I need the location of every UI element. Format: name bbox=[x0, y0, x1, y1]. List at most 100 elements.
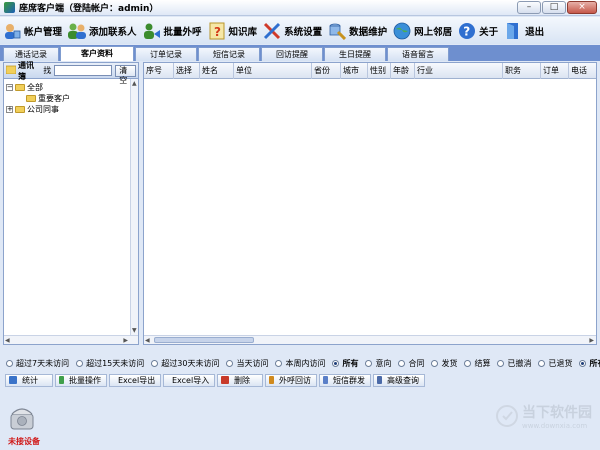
toolbar-about-button[interactable]: ? 关于 bbox=[457, 19, 498, 43]
radio-icon[interactable] bbox=[332, 360, 340, 367]
button-label: Excel导出 bbox=[118, 375, 156, 385]
column-header[interactable]: 电话 bbox=[569, 63, 596, 79]
scroll-right-icon[interactable]: ▶ bbox=[589, 337, 594, 344]
statistics-button[interactable]: 统计 bbox=[5, 373, 53, 387]
filter-shipped[interactable]: 发货 bbox=[431, 358, 457, 369]
scroll-down-icon[interactable]: ▼ bbox=[132, 327, 137, 334]
radio-icon[interactable] bbox=[431, 360, 439, 367]
excel-export-button[interactable]: Excel导出 bbox=[109, 373, 161, 387]
column-header[interactable]: 省份 bbox=[312, 63, 341, 79]
filter-over-30-days[interactable]: 超过30天未访问 bbox=[151, 358, 219, 369]
radio-icon[interactable] bbox=[538, 360, 546, 367]
scroll-left-icon[interactable]: ◀ bbox=[5, 337, 10, 344]
column-header[interactable]: 年龄 bbox=[391, 63, 415, 79]
radio-icon[interactable] bbox=[579, 360, 587, 367]
watermark-text: 当下软件园 bbox=[522, 405, 592, 421]
scroll-up-icon[interactable]: ▲ bbox=[132, 80, 137, 87]
filter-returned[interactable]: 已退货 bbox=[538, 358, 572, 369]
toolbar-exit-button[interactable]: 退出 bbox=[503, 19, 544, 43]
column-header[interactable]: 城市 bbox=[341, 63, 368, 79]
toolbar-label: 帐户管理 bbox=[24, 26, 63, 38]
column-header[interactable]: 姓名 bbox=[200, 63, 234, 79]
bulk-sms-button[interactable]: 短信群发 bbox=[319, 373, 371, 387]
advanced-search-button[interactable]: 高级查询 bbox=[373, 373, 425, 387]
column-header[interactable]: 行业 bbox=[415, 63, 503, 79]
tree-node-colleagues[interactable]: + 公司同事 bbox=[6, 104, 136, 115]
radio-icon[interactable] bbox=[275, 360, 283, 367]
filter-settled[interactable]: 结算 bbox=[464, 358, 490, 369]
clear-button[interactable]: 清空 bbox=[115, 64, 136, 85]
tree-node-label: 全部 bbox=[27, 83, 43, 92]
toolbar-network-neighbors-button[interactable]: 网上邻居 bbox=[392, 19, 452, 43]
filter-intent[interactable]: 意向 bbox=[365, 358, 391, 369]
tree-node-important-customers[interactable]: 重要客户 bbox=[6, 93, 136, 104]
close-button[interactable]: × bbox=[567, 1, 597, 14]
maximize-button[interactable]: □ bbox=[542, 1, 566, 14]
scroll-left-icon[interactable]: ◀ bbox=[145, 337, 150, 344]
outbound-follow-up-button[interactable]: 外呼回访 bbox=[265, 373, 317, 387]
watermark-logo-icon bbox=[496, 405, 518, 427]
filter-cancelled[interactable]: 已撤消 bbox=[497, 358, 531, 369]
radio-icon[interactable] bbox=[226, 360, 234, 367]
column-header[interactable]: 职务 bbox=[503, 63, 541, 79]
radio-icon[interactable] bbox=[365, 360, 373, 367]
tree-node-all[interactable]: − 全部 bbox=[6, 82, 136, 93]
radio-icon[interactable] bbox=[76, 360, 84, 367]
column-header[interactable]: 订单 bbox=[541, 63, 569, 79]
add-contact-icon bbox=[67, 21, 87, 41]
radio-icon[interactable] bbox=[497, 360, 505, 367]
minimize-button[interactable]: – bbox=[517, 1, 541, 14]
contact-search-input[interactable] bbox=[54, 65, 113, 76]
filter-over-15-days[interactable]: 超过15天未访问 bbox=[76, 358, 144, 369]
svg-text:?: ? bbox=[214, 25, 221, 39]
filter-contract[interactable]: 合同 bbox=[398, 358, 424, 369]
main-toolbar: 帐户管理 添加联系人 批量外呼 ? 知识库 系统设置 数据维护 网上邻居 ? 关… bbox=[0, 17, 600, 44]
radio-icon[interactable] bbox=[398, 360, 406, 367]
tab-order-records[interactable]: 订单记录 bbox=[135, 47, 197, 61]
filter-all-visits[interactable]: 所有 bbox=[332, 358, 358, 369]
button-label: 批量操作 bbox=[69, 375, 101, 385]
column-header[interactable]: 选择 bbox=[174, 63, 200, 79]
expand-icon[interactable]: + bbox=[6, 106, 13, 113]
filter-label: 超过15天未访问 bbox=[86, 359, 145, 368]
batch-operation-icon bbox=[59, 376, 64, 384]
tab-sms-records[interactable]: 短信记录 bbox=[198, 47, 260, 61]
scroll-thumb[interactable] bbox=[154, 337, 254, 343]
table-horizontal-scrollbar[interactable]: ◀ ▶ bbox=[144, 335, 596, 344]
toolbar-data-maintenance-button[interactable]: 数据维护 bbox=[327, 19, 387, 43]
delete-button[interactable]: 删除 bbox=[217, 373, 263, 387]
tree-vertical-scrollbar[interactable]: ▲ ▼ bbox=[130, 79, 138, 335]
toolbar-add-contact-button[interactable]: 添加联系人 bbox=[67, 19, 137, 43]
button-label: 高级查询 bbox=[387, 375, 419, 385]
address-book-title: 通讯簿 bbox=[18, 60, 34, 81]
collapse-icon[interactable]: − bbox=[6, 84, 13, 91]
filter-label: 已退货 bbox=[548, 359, 573, 368]
filter-label: 合同 bbox=[408, 359, 425, 368]
scroll-right-icon[interactable]: ▶ bbox=[123, 337, 128, 344]
radio-icon[interactable] bbox=[464, 360, 472, 367]
toolbar-system-settings-button[interactable]: 系统设置 bbox=[262, 19, 322, 43]
toolbar-batch-call-button[interactable]: 批量外呼 bbox=[142, 19, 202, 43]
globe-icon bbox=[392, 21, 412, 41]
filter-over-7-days[interactable]: 超过7天未访问 bbox=[6, 358, 69, 369]
filter-visited-this-week[interactable]: 本周内访问 bbox=[275, 358, 325, 369]
tab-birthday-reminders[interactable]: 生日提醒 bbox=[324, 47, 386, 61]
column-header[interactable]: 性别 bbox=[368, 63, 391, 79]
column-header[interactable]: 单位 bbox=[234, 63, 312, 79]
tab-voice-messages[interactable]: 语音留言 bbox=[387, 47, 449, 61]
tree-horizontal-scrollbar[interactable]: ◀ ▶ bbox=[4, 335, 138, 344]
toolbar-account-management-button[interactable]: 帐户管理 bbox=[2, 19, 62, 43]
tab-customer-info[interactable]: 客户资料 bbox=[60, 46, 134, 61]
column-header[interactable]: 序号 bbox=[144, 63, 174, 79]
filter-all-status[interactable]: 所有 bbox=[579, 358, 600, 369]
address-book-icon bbox=[5, 65, 17, 77]
filter-visited-today[interactable]: 当天访问 bbox=[226, 358, 268, 369]
excel-import-button[interactable]: Excel导入 bbox=[163, 373, 215, 387]
tab-follow-up-reminders[interactable]: 回访提醒 bbox=[261, 47, 323, 61]
radio-icon[interactable] bbox=[6, 360, 13, 367]
exit-icon bbox=[503, 21, 523, 41]
batch-operation-button[interactable]: 批量操作 bbox=[55, 373, 107, 387]
action-button-row: 统计 批量操作 Excel导出 Excel导入 删除 外呼回访 短信群发 高级查… bbox=[0, 373, 600, 387]
toolbar-knowledge-base-button[interactable]: ? 知识库 bbox=[207, 19, 257, 43]
radio-icon[interactable] bbox=[151, 360, 159, 367]
